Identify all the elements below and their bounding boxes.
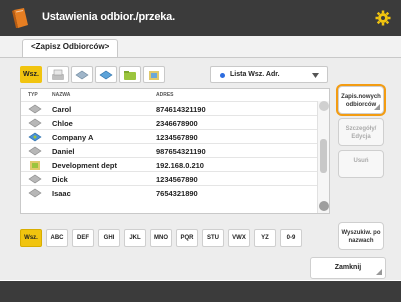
alpha-jkl-button[interactable]: JKL — [124, 229, 146, 247]
alpha-ghi-button[interactable]: GHI — [98, 229, 120, 247]
list-item-name: Company A — [52, 133, 94, 142]
list-header: TYP NAZWA ADRES — [21, 89, 329, 101]
alpha-digits-button[interactable]: 0-9 — [280, 229, 302, 247]
fax-icon — [52, 69, 64, 80]
fax-icon — [28, 146, 42, 156]
details-edit-button[interactable]: Szczegóły/ Edycja — [338, 118, 384, 146]
ifax-icon — [99, 70, 113, 80]
tab-row: <Zapisz Odbiorców> — [0, 36, 401, 58]
book-icon — [12, 8, 28, 28]
register-new-recipient-button[interactable]: Zapis.nowych odbiorców — [338, 86, 384, 114]
tab-register-recipients[interactable]: <Zapisz Odbiorców> — [22, 39, 119, 57]
delete-button-label: Usuń — [353, 158, 369, 164]
fax-icon — [28, 104, 42, 114]
title-bar: Ustawienia odbior./przeka. — [0, 0, 401, 36]
alpha-vwx-button[interactable]: VWX — [228, 229, 250, 247]
header-type: TYP — [28, 92, 38, 98]
search-button-label: Wyszukiw. po nazwach — [341, 230, 381, 244]
details-button-label: Szczegóły/ Edycja — [345, 126, 377, 140]
alpha-mno-button[interactable]: MNO — [150, 229, 172, 247]
list-item-address: 1234567890 — [156, 175, 198, 184]
list-item-address: 874614321190 — [156, 105, 206, 114]
list-item-address: 7654321890 — [156, 189, 198, 198]
folder-icon — [124, 71, 136, 80]
settings-gear-icon[interactable] — [375, 10, 391, 26]
list-item[interactable]: Development dept 192.168.0.210 — [21, 157, 317, 171]
scroll-down-button[interactable] — [319, 201, 329, 211]
list-item-address: 987654321190 — [156, 147, 206, 156]
list-item-name: Dick — [52, 175, 68, 184]
filter-group-button[interactable] — [143, 66, 165, 83]
list-item-name: Daniel — [52, 147, 75, 156]
list-item[interactable]: Dick 1234567890 — [21, 171, 317, 185]
corner-arrow-icon — [374, 104, 380, 110]
header-name: NAZWA — [52, 92, 71, 98]
delete-button[interactable]: Usuń — [338, 150, 384, 178]
filter-email-button[interactable] — [71, 66, 93, 83]
list-scrollbar[interactable] — [317, 101, 329, 213]
list-item[interactable]: Isaac 7654321890 — [21, 185, 317, 199]
alpha-abc-button[interactable]: ABC — [46, 229, 68, 247]
list-item[interactable]: Carol 874614321190 — [21, 101, 317, 115]
search-by-name-button[interactable]: Wyszukiw. po nazwach — [338, 222, 384, 250]
filter-all-button[interactable]: Wsz. — [20, 66, 42, 83]
alphabet-filter-bar: Wsz. ABC DEF GHI JKL MNO PQR STU VWX YZ … — [20, 229, 328, 247]
list-item-address: 192.168.0.210 — [156, 161, 204, 170]
list-item-name: Chloe — [52, 119, 73, 128]
alpha-all-button[interactable]: Wsz. — [20, 229, 42, 247]
alpha-yz-button[interactable]: YZ — [254, 229, 276, 247]
alpha-stu-button[interactable]: STU — [202, 229, 224, 247]
list-item-name: Carol — [52, 105, 72, 114]
email-icon — [75, 70, 89, 80]
scroll-thumb[interactable] — [320, 139, 327, 173]
group-icon — [149, 71, 159, 80]
fax-icon — [28, 118, 42, 128]
fax-icon — [28, 174, 42, 184]
list-item-name: Isaac — [52, 189, 71, 198]
list-item[interactable]: Daniel 987654321190 — [21, 143, 317, 157]
folder-icon — [30, 161, 40, 170]
filter-ifax-button[interactable] — [95, 66, 117, 83]
bottom-bar — [0, 281, 401, 302]
page-title: Ustawienia odbior./przeka. — [42, 11, 175, 23]
close-button[interactable]: Zamknij — [310, 257, 386, 279]
alpha-def-button[interactable]: DEF — [72, 229, 94, 247]
address-list: TYP NAZWA ADRES Carol 874614321190 Chloe… — [20, 88, 330, 214]
chevron-down-icon — [312, 73, 319, 78]
filter-bar: Wsz. Lista Wsz. Adr. — [20, 64, 328, 86]
fax-icon — [28, 188, 42, 198]
selected-dot-icon — [220, 73, 225, 78]
list-item-address: 2346678900 — [156, 119, 198, 128]
alpha-pqr-button[interactable]: PQR — [176, 229, 198, 247]
scroll-up-button[interactable] — [319, 101, 329, 111]
filter-folder-button[interactable] — [119, 66, 141, 83]
list-item[interactable]: Company A 1234567890 — [21, 129, 317, 143]
close-button-label: Zamknij — [334, 264, 362, 271]
filter-fax-button[interactable] — [47, 66, 69, 83]
list-item[interactable]: Chloe 2346678900 — [21, 115, 317, 129]
address-list-dropdown[interactable]: Lista Wsz. Adr. — [210, 66, 328, 83]
list-item-address: 1234567890 — [156, 133, 198, 142]
list-item-name: Development dept — [52, 161, 118, 170]
header-address: ADRES — [156, 92, 174, 98]
corner-arrow-icon — [376, 269, 382, 275]
dropdown-value: Lista Wsz. Adr. — [230, 71, 280, 78]
group-icon — [28, 132, 42, 142]
